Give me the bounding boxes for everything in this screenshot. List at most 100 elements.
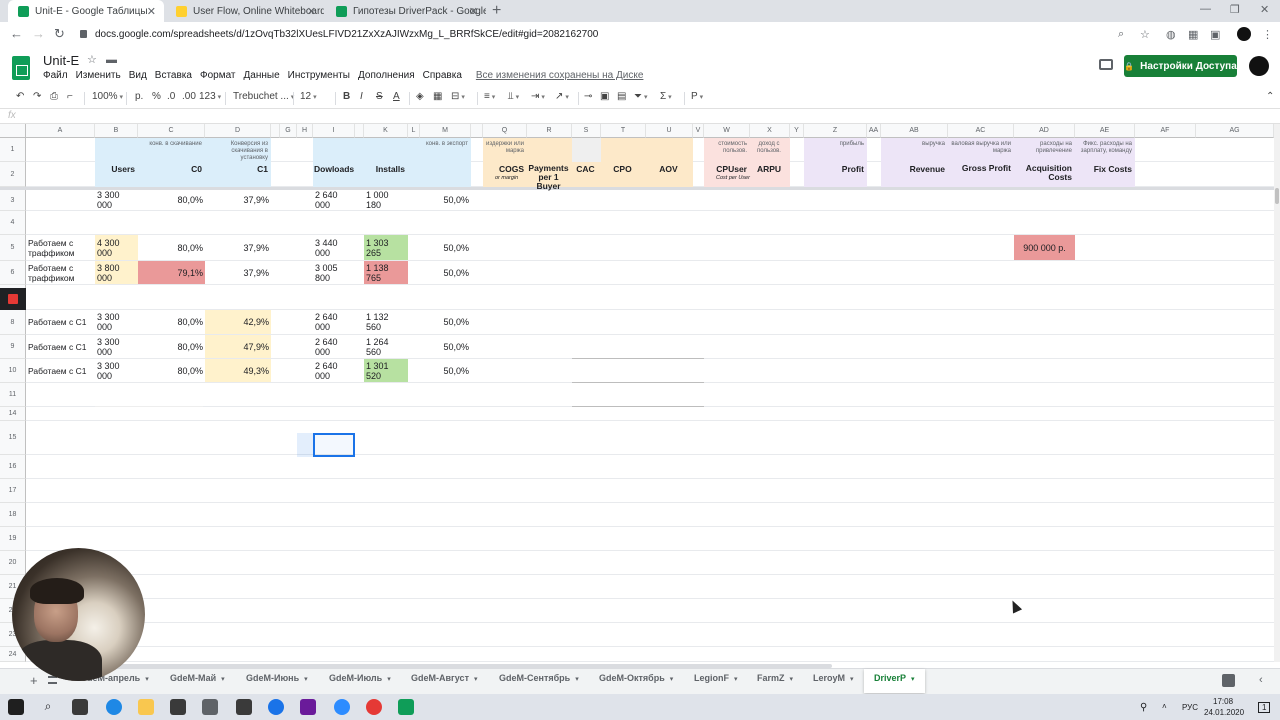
borders-icon[interactable]: ▦ xyxy=(433,91,442,102)
fill-color-icon[interactable]: ◈ xyxy=(416,91,424,102)
avatar[interactable] xyxy=(1249,56,1269,76)
text-color-button[interactable]: A xyxy=(393,91,400,102)
sheets-app-icon[interactable] xyxy=(398,699,414,715)
record-button[interactable] xyxy=(0,288,26,310)
zoom-select[interactable]: 100% xyxy=(92,91,123,102)
sheet-tab[interactable]: GdeM-Июль ▾ xyxy=(329,673,391,683)
chevron-down-icon[interactable]: ▾ xyxy=(474,676,478,683)
column-header[interactable] xyxy=(355,124,364,138)
more-formats-select[interactable]: 123 xyxy=(199,91,221,102)
cell-i[interactable]: 2 640 000 xyxy=(313,310,355,334)
cell-a[interactable]: Работаем с С1 xyxy=(26,335,98,358)
chevron-down-icon[interactable]: ▾ xyxy=(850,676,854,683)
sheet-tab[interactable]: GdeM-Июнь ▾ xyxy=(246,673,308,683)
vertical-scroll-thumb[interactable] xyxy=(1275,188,1279,204)
column-header[interactable]: D xyxy=(205,124,271,138)
menu-format[interactable]: Формат xyxy=(200,70,236,81)
cell-d[interactable]: 37,9% xyxy=(205,190,271,210)
extension-icon[interactable]: ▣ xyxy=(1210,28,1220,41)
chevron-down-icon[interactable]: ▾ xyxy=(145,676,149,683)
column-header[interactable]: Z xyxy=(804,124,867,138)
increase-decimal-button[interactable]: .00 xyxy=(182,91,196,102)
row-header[interactable]: 5 xyxy=(0,235,26,261)
column-header[interactable]: AE xyxy=(1075,124,1135,138)
row-header[interactable]: 1 xyxy=(0,138,26,162)
cell-b[interactable]: 3 300 000 xyxy=(95,310,138,334)
selected-range[interactable] xyxy=(297,433,313,457)
column-header[interactable]: V xyxy=(693,124,704,138)
sheet-tab[interactable]: GdeM-Сентябрь ▾ xyxy=(499,673,579,683)
row-header[interactable]: 2 xyxy=(0,162,26,187)
column-header[interactable]: M xyxy=(420,124,471,138)
people-icon[interactable]: ⚲ xyxy=(1140,702,1147,713)
cell-k[interactable]: 1 132 560 xyxy=(364,310,408,334)
redo-icon[interactable]: ↷ xyxy=(33,91,41,102)
sheets-logo-icon[interactable] xyxy=(12,56,30,80)
sheet-tab[interactable]: LeroyM ▾ xyxy=(813,673,854,683)
browser-tab-user-flow[interactable]: User Flow, Online Whiteboard fo ✕ xyxy=(166,0,324,22)
cell-d[interactable]: 37,9% xyxy=(205,261,271,284)
row-header[interactable]: 9 xyxy=(0,335,26,359)
column-header[interactable]: L xyxy=(408,124,420,138)
column-header[interactable]: AG xyxy=(1196,124,1274,138)
formula-bar[interactable]: fx xyxy=(0,110,1280,124)
cell-a[interactable]: Работаем с С1 xyxy=(26,310,98,334)
row-header[interactable]: 10 xyxy=(0,359,26,383)
minimize-icon[interactable]: — xyxy=(1200,3,1211,15)
cell-a[interactable]: Работаем с траффиком xyxy=(26,261,98,284)
row-header[interactable]: 3 xyxy=(0,190,26,211)
app-icon[interactable] xyxy=(202,699,218,715)
horizontal-align-icon[interactable]: ≡ xyxy=(484,91,495,102)
folder-icon[interactable]: ▬ xyxy=(106,54,117,66)
extension-icon[interactable]: ◍ xyxy=(1166,28,1176,41)
cell-i[interactable]: 2 640 000 xyxy=(313,190,355,210)
file-explorer-icon[interactable] xyxy=(138,699,154,715)
column-header[interactable]: B xyxy=(95,124,138,138)
sheet-tab[interactable]: LegionF ▾ xyxy=(694,673,738,683)
column-header[interactable]: AA xyxy=(867,124,881,138)
row-header[interactable]: 16 xyxy=(0,455,26,479)
bold-button[interactable]: B xyxy=(343,91,350,102)
browser-profile-avatar[interactable] xyxy=(1237,27,1251,41)
currency-format-button[interactable]: р. xyxy=(135,91,143,102)
column-header[interactable]: K xyxy=(364,124,408,138)
cell-m[interactable]: 50,0% xyxy=(420,235,471,260)
insert-comment-icon[interactable]: ▣ xyxy=(600,91,609,102)
chevron-down-icon[interactable]: ▾ xyxy=(734,676,738,683)
column-header[interactable]: AF xyxy=(1135,124,1196,138)
notifications-icon[interactable]: 1 xyxy=(1258,702,1271,713)
functions-button[interactable]: Σ xyxy=(660,91,672,102)
cell-i[interactable]: 3 005 800 xyxy=(313,261,355,284)
reload-icon[interactable]: ↻ xyxy=(54,26,65,42)
select-all-corner[interactable] xyxy=(0,124,26,138)
close-icon[interactable]: ✕ xyxy=(147,5,156,18)
row-header[interactable]: 18 xyxy=(0,503,26,527)
language-indicator[interactable]: РУС xyxy=(1182,703,1198,712)
paint-format-icon[interactable]: ⌐ xyxy=(67,91,73,102)
cell-d[interactable]: 49,3% xyxy=(205,359,271,382)
vertical-scrollbar[interactable] xyxy=(1274,124,1280,662)
cell-i[interactable]: 2 640 000 xyxy=(313,359,355,382)
column-header[interactable]: W xyxy=(704,124,750,138)
clock-time[interactable]: 17:08 xyxy=(1213,697,1233,706)
menu-insert[interactable]: Вставка xyxy=(155,70,192,81)
cell-b[interactable]: 3 300 000 xyxy=(95,359,138,382)
italic-button[interactable]: I xyxy=(360,91,363,102)
cell-b[interactable]: 4 300 000 xyxy=(95,235,138,260)
clock-date[interactable]: 24.01.2020 xyxy=(1204,708,1244,717)
column-header[interactable]: H xyxy=(297,124,313,138)
column-header[interactable]: X xyxy=(750,124,790,138)
browser-tab-unit-e[interactable]: Unit-E - Google Таблицы ✕ xyxy=(8,0,164,22)
chevron-down-icon[interactable]: ▾ xyxy=(911,676,915,683)
column-header[interactable]: S xyxy=(572,124,601,138)
cell-c[interactable]: 80,0% xyxy=(138,335,205,358)
row-header[interactable]: 14 xyxy=(0,407,26,421)
column-header[interactable]: Y xyxy=(790,124,804,138)
cell-d[interactable]: 37,9% xyxy=(205,235,271,260)
cell-d[interactable]: 42,9% xyxy=(205,310,271,334)
browser-tab-gipotezy[interactable]: Гипотезы DriverPack - Google Та ✕ xyxy=(326,0,486,22)
sheet-tab[interactable]: GdeM-Август ▾ xyxy=(411,673,478,683)
sheet-tab[interactable]: GdeM-Октябрь ▾ xyxy=(599,673,673,683)
new-tab-button[interactable]: + xyxy=(492,2,501,20)
percent-format-button[interactable]: % xyxy=(152,91,161,102)
